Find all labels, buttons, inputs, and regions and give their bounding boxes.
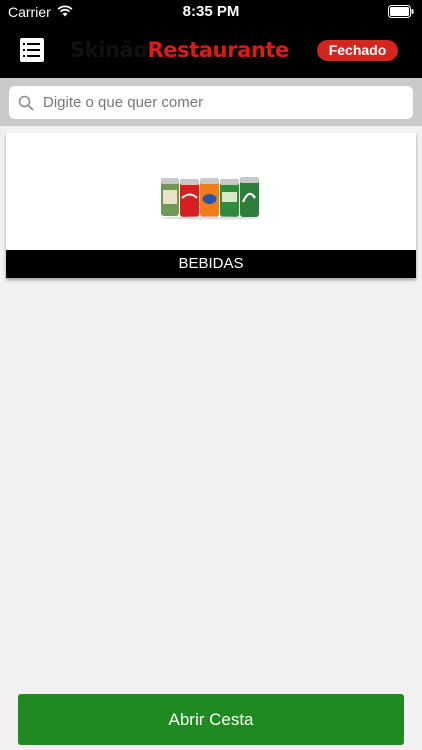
battery-icon [388, 5, 414, 18]
search-icon [18, 95, 34, 111]
open-cart-button[interactable]: Abrir Cesta [18, 694, 404, 745]
status-badge: Fechado [317, 40, 398, 61]
app-screen: Carrier 8:35 PM SkinãoRestaurante Fechad… [0, 0, 422, 750]
soda-cans-image [160, 177, 260, 220]
clock: 8:35 PM [182, 3, 240, 20]
logo-part-2: Restaurante [147, 38, 289, 62]
category-label[interactable]: BEBIDAS [6, 250, 416, 278]
status-bar: Carrier 8:35 PM [0, 0, 422, 24]
logo-part-1: Skinão [70, 38, 148, 62]
restaurant-logo: SkinãoRestaurante [70, 37, 289, 63]
search-input[interactable] [43, 91, 403, 113]
list-menu-icon [23, 43, 25, 45]
menu-button[interactable] [20, 38, 44, 62]
